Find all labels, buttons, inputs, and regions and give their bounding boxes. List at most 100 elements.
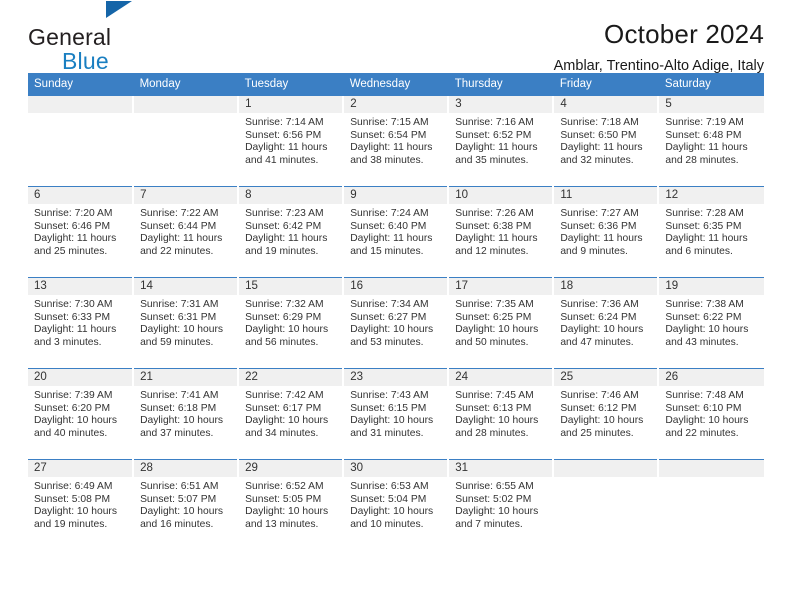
weekday-header-saturday: Saturday [658,73,765,96]
calendar-day-cell[interactable]: 28 Sunrise: 6:51 AM Sunset: 5:07 PM Dayligh… [133,459,240,550]
sunrise-text: Sunrise: 6:55 AM [455,481,534,492]
sunset-text: Sunset: 6:42 PM [245,220,322,232]
calendar-day-cell[interactable]: 19 Sunrise: 7:38 AM Sunset: 6:22 PM Dayligh… [658,277,764,369]
calendar-day-cell[interactable]: 11 Sunrise: 7:27 AM Sunset: 6:36 PM Dayligh… [553,186,660,278]
daylight-text: Daylight: 11 hours and 19 minutes. [245,233,328,257]
calendar-day-cell[interactable]: 7 Sunrise: 7:22 AM Sunset: 6:44 PM Daylight… [133,186,240,278]
calendar-day-cell[interactable]: 5 Sunrise: 7:19 AM Sunset: 6:48 PM Daylight… [658,96,764,187]
calendar-day-cell[interactable]: 13 Sunrise: 7:30 AM Sunset: 6:33 PM Dayligh… [28,277,135,369]
calendar-day-cell[interactable]: 18 Sunrise: 7:36 AM Sunset: 6:24 PM Dayligh… [553,277,660,369]
daylight-text: Daylight: 10 hours and 19 minutes. [34,506,117,530]
calendar-day-cell[interactable]: 10 Sunrise: 7:26 AM Sunset: 6:38 PM Dayligh… [448,186,555,278]
day-cell-inner [554,460,658,550]
calendar-day-cell[interactable]: 26 Sunrise: 7:48 AM Sunset: 6:10 PM Dayligh… [658,368,764,460]
sunset-text: Sunset: 6:27 PM [350,311,427,323]
calendar-day-cell[interactable]: 30 Sunrise: 6:53 AM Sunset: 5:04 PM Dayligh… [343,459,450,550]
calendar-day-cell[interactable]: 29 Sunrise: 6:52 AM Sunset: 5:05 PM Dayligh… [238,459,345,550]
sunrise-text: Sunrise: 7:31 AM [140,299,219,310]
calendar-day-cell[interactable]: 6 Sunrise: 7:20 AM Sunset: 6:46 PM Daylight… [28,186,135,278]
calendar-day-cell[interactable]: 22 Sunrise: 7:42 AM Sunset: 6:17 PM Dayligh… [238,368,345,460]
calendar-day-cell[interactable]: 3 Sunrise: 7:16 AM Sunset: 6:52 PM Daylight… [448,96,555,187]
calendar-day-cell[interactable]: 25 Sunrise: 7:46 AM Sunset: 6:12 PM Dayligh… [553,368,660,460]
sunset-text: Sunset: 6:10 PM [665,402,742,414]
daylight-text: Daylight: 10 hours and 43 minutes. [665,324,749,348]
calendar-day-cell-empty [28,96,135,187]
sunset-text: Sunset: 6:54 PM [350,129,427,141]
day-cell-inner: 29 Sunrise: 6:52 AM Sunset: 5:05 PM Dayligh… [239,460,343,550]
day-sun-info: Sunrise: 7:23 AM Sunset: 6:42 PM Daylight:… [239,204,342,258]
day-number: 22 [239,369,343,386]
day-sun-info: Sunrise: 7:19 AM Sunset: 6:48 PM Daylight:… [659,113,763,167]
sunset-text: Sunset: 5:05 PM [245,493,322,505]
sunrise-text: Sunrise: 6:52 AM [245,481,324,492]
day-sun-info: Sunrise: 7:32 AM Sunset: 6:29 PM Daylight:… [239,295,342,349]
sunset-text: Sunset: 6:40 PM [350,220,427,232]
daylight-text: Daylight: 11 hours and 35 minutes. [455,142,538,166]
calendar-day-cell[interactable]: 20 Sunrise: 7:39 AM Sunset: 6:20 PM Dayligh… [28,368,135,460]
day-number: 9 [344,187,448,204]
day-cell-inner [28,96,133,186]
calendar-day-cell[interactable]: 27 Sunrise: 6:49 AM Sunset: 5:08 PM Dayligh… [28,459,135,550]
day-number: 4 [554,96,658,113]
sunrise-text: Sunrise: 7:23 AM [245,208,324,219]
calendar-page: General Blue October 2024 Amblar, Trenti… [0,0,792,612]
day-number [28,96,133,113]
day-sun-info: Sunrise: 7:16 AM Sunset: 6:52 PM Daylight:… [449,113,552,167]
calendar-day-cell[interactable]: 16 Sunrise: 7:34 AM Sunset: 6:27 PM Dayligh… [343,277,450,369]
sunset-text: Sunset: 6:35 PM [665,220,742,232]
day-sun-info: Sunrise: 6:52 AM Sunset: 5:05 PM Daylight:… [239,477,342,531]
calendar-day-cell[interactable]: 23 Sunrise: 7:43 AM Sunset: 6:15 PM Dayligh… [343,368,450,460]
daylight-text: Daylight: 10 hours and 47 minutes. [560,324,644,348]
sunrise-text: Sunrise: 6:53 AM [350,481,429,492]
day-cell-inner: 17 Sunrise: 7:35 AM Sunset: 6:25 PM Dayligh… [449,278,553,368]
sunrise-text: Sunrise: 7:48 AM [665,390,744,401]
sunset-text: Sunset: 6:22 PM [665,311,742,323]
calendar-day-cell[interactable]: 4 Sunrise: 7:18 AM Sunset: 6:50 PM Daylight… [553,96,660,187]
day-cell-inner: 13 Sunrise: 7:30 AM Sunset: 6:33 PM Dayligh… [28,278,133,368]
day-number: 28 [134,460,238,477]
daylight-text: Daylight: 11 hours and 12 minutes. [455,233,538,257]
sunrise-text: Sunrise: 6:51 AM [140,481,219,492]
sunrise-text: Sunrise: 7:24 AM [350,208,429,219]
page-title: October 2024 [604,19,764,49]
calendar-day-cell[interactable]: 17 Sunrise: 7:35 AM Sunset: 6:25 PM Dayligh… [448,277,555,369]
daylight-text: Daylight: 10 hours and 22 minutes. [665,415,749,439]
day-number: 14 [134,278,238,295]
daylight-text: Daylight: 10 hours and 34 minutes. [245,415,329,439]
calendar-day-cell[interactable]: 21 Sunrise: 7:41 AM Sunset: 6:18 PM Dayligh… [133,368,240,460]
sunrise-text: Sunrise: 7:42 AM [245,390,324,401]
sunrise-text: Sunrise: 7:45 AM [455,390,534,401]
day-sun-info: Sunrise: 7:46 AM Sunset: 6:12 PM Daylight:… [554,386,657,440]
daylight-text: Daylight: 10 hours and 7 minutes. [455,506,539,530]
sunset-text: Sunset: 6:52 PM [455,129,532,141]
day-number: 17 [449,278,553,295]
calendar-day-cell[interactable]: 31 Sunrise: 6:55 AM Sunset: 5:02 PM Dayligh… [448,459,555,550]
day-number: 23 [344,369,448,386]
sunrise-text: Sunrise: 7:38 AM [665,299,744,310]
calendar-day-cell[interactable]: 9 Sunrise: 7:24 AM Sunset: 6:40 PM Daylight… [343,186,450,278]
calendar-day-cell[interactable]: 15 Sunrise: 7:32 AM Sunset: 6:29 PM Dayligh… [238,277,345,369]
sunrise-sunset-calendar: Sunday Monday Tuesday Wednesday Thursday… [28,73,765,550]
calendar-day-cell[interactable]: 2 Sunrise: 7:15 AM Sunset: 6:54 PM Daylight… [343,96,450,187]
day-sun-info: Sunrise: 7:15 AM Sunset: 6:54 PM Daylight:… [344,113,447,167]
weekday-header-friday: Friday [553,73,659,96]
day-number: 2 [344,96,448,113]
sunset-text: Sunset: 6:56 PM [245,129,322,141]
day-cell-inner: 18 Sunrise: 7:36 AM Sunset: 6:24 PM Dayligh… [554,278,658,368]
calendar-day-cell[interactable]: 14 Sunrise: 7:31 AM Sunset: 6:31 PM Dayligh… [133,277,240,369]
day-cell-inner: 19 Sunrise: 7:38 AM Sunset: 6:22 PM Dayligh… [659,278,764,368]
day-cell-inner: 12 Sunrise: 7:28 AM Sunset: 6:35 PM Dayligh… [659,187,764,277]
calendar-day-cell[interactable]: 24 Sunrise: 7:45 AM Sunset: 6:13 PM Dayligh… [448,368,555,460]
day-cell-inner: 1 Sunrise: 7:14 AM Sunset: 6:56 PM Daylight… [239,96,343,186]
day-sun-info: Sunrise: 7:38 AM Sunset: 6:22 PM Daylight:… [659,295,763,349]
day-number: 27 [28,460,133,477]
calendar-day-cell[interactable]: 8 Sunrise: 7:23 AM Sunset: 6:42 PM Daylight… [238,186,345,278]
day-sun-info: Sunrise: 7:34 AM Sunset: 6:27 PM Daylight:… [344,295,447,349]
calendar-day-cell[interactable]: 12 Sunrise: 7:28 AM Sunset: 6:35 PM Dayligh… [658,186,764,278]
calendar-day-cell[interactable]: 1 Sunrise: 7:14 AM Sunset: 6:56 PM Daylight… [238,96,345,187]
daylight-text: Daylight: 10 hours and 31 minutes. [350,415,434,439]
day-cell-inner: 28 Sunrise: 6:51 AM Sunset: 5:07 PM Dayligh… [134,460,238,550]
sunset-text: Sunset: 6:18 PM [140,402,217,414]
day-number: 29 [239,460,343,477]
daylight-text: Daylight: 10 hours and 16 minutes. [140,506,224,530]
